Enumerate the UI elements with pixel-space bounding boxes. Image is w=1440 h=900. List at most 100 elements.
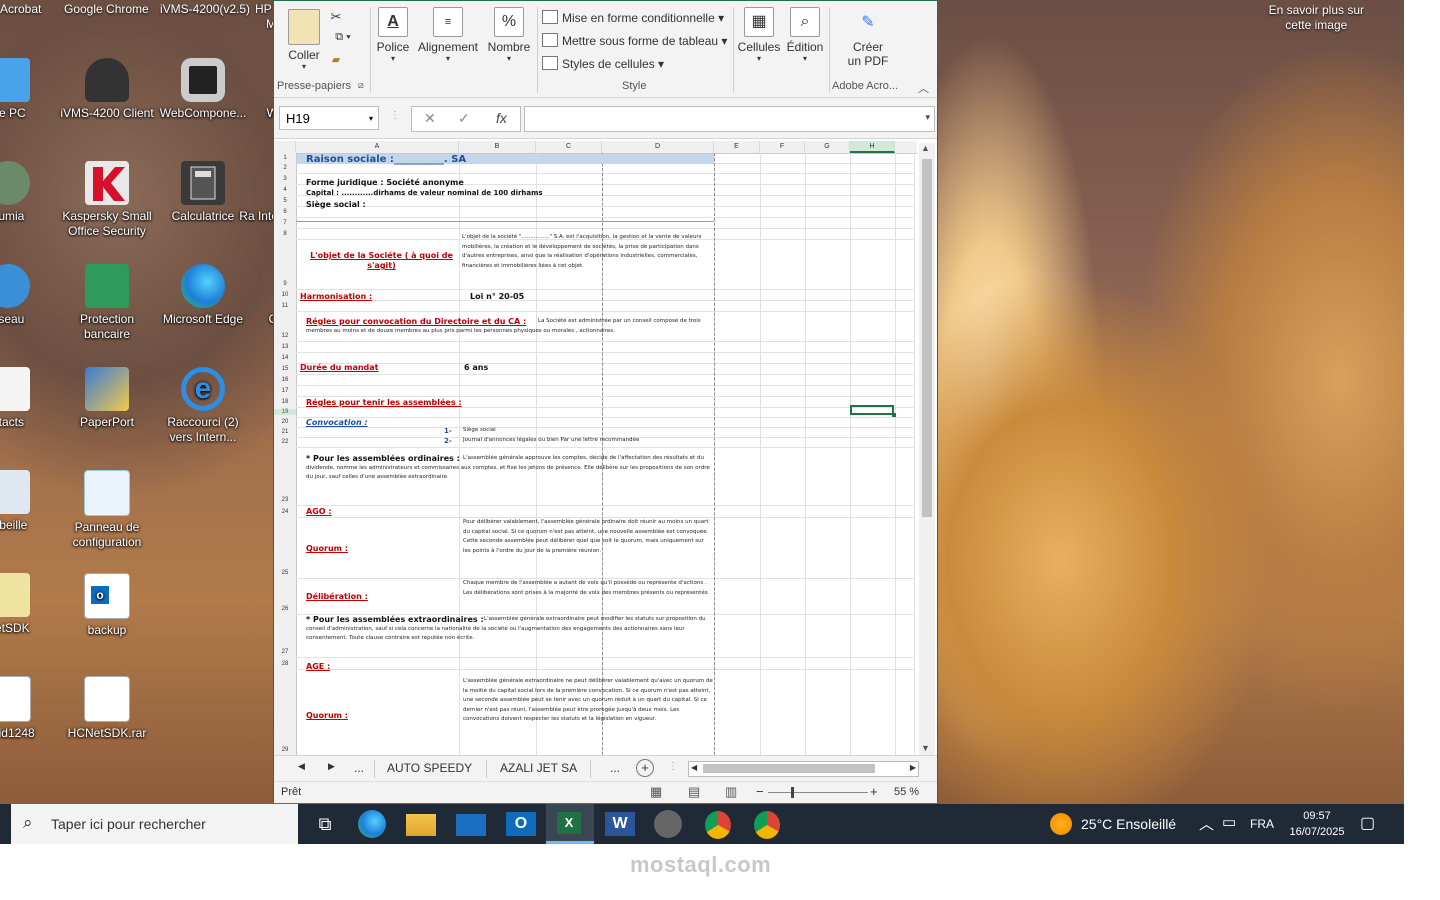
row-header[interactable]: 10 [274, 292, 296, 298]
cell-item-1-text[interactable]: Siège social [463, 426, 496, 436]
desktop-icon-this-pc[interactable]: Ce PC [0, 58, 56, 121]
insert-function-icon[interactable]: fx [496, 110, 507, 126]
cell-regles-assemblees[interactable]: Régles pour tenir les assemblées : [306, 398, 462, 407]
hscroll-thumb[interactable] [703, 764, 875, 773]
cell-deliberation-text[interactable]: Chaque membre de l'assemblée a autant de… [463, 579, 713, 598]
taskbar-search[interactable]: ⌕ Taper ici pour rechercher [11, 804, 298, 844]
row-header[interactable]: 3 [274, 176, 296, 182]
notifications-icon[interactable]: ▢ [1360, 813, 1375, 833]
cell-duree-mandat[interactable]: Durée du mandat [300, 363, 379, 372]
row-header[interactable]: 18 [274, 399, 296, 405]
outlook-icon[interactable]: O [506, 812, 536, 836]
cell-age[interactable]: AGE : [306, 662, 330, 671]
desktop-icon-o[interactable]: O [218, 264, 278, 327]
editing-button[interactable]: ⌕ Édition ▾ [784, 7, 826, 63]
scroll-down-icon[interactable]: ▼ [921, 743, 930, 753]
cell-objet-label[interactable]: L'objet de la Sociéte ( à quoi de s'agit… [304, 251, 459, 271]
zoom-level[interactable]: 55 % [894, 786, 919, 798]
column-header[interactable]: G [805, 141, 850, 153]
store-icon[interactable] [456, 814, 486, 836]
desktop-icon-w[interactable]: W [218, 58, 278, 121]
desktop-icon-protection-bancaire[interactable]: Protection bancaire [59, 264, 155, 342]
learn-more-link[interactable]: En savoir plus sur cette image [1269, 3, 1364, 33]
task-view-icon[interactable]: ⧉ [310, 810, 340, 838]
vertical-scrollbar[interactable]: ▲ ▼ [919, 143, 935, 755]
cell-item-2[interactable]: 2- [444, 437, 452, 445]
chrome-profile-icon[interactable] [754, 811, 780, 839]
tab-splitter-icon[interactable]: ⋮ [668, 761, 678, 772]
cell-harmonisation[interactable]: Harmonisation : [300, 292, 372, 301]
format-as-table-button[interactable]: Mettre sous forme de tableau ▾ [542, 33, 727, 48]
row-header[interactable]: 17 [274, 388, 296, 394]
enter-icon[interactable]: ✓ [458, 110, 470, 127]
scroll-left-icon[interactable]: ◀ [691, 763, 697, 772]
row-header[interactable]: 5 [274, 198, 296, 204]
row-header[interactable]: 29 [274, 747, 296, 753]
row-header[interactable]: 13 [274, 344, 296, 350]
cell-item-1[interactable]: 1- [444, 427, 452, 435]
cell-item-2-text[interactable]: Journal d'annonces légales ou bien Par u… [463, 436, 639, 446]
collapse-ribbon-icon[interactable]: ︿ [918, 80, 929, 96]
number-button[interactable]: % Nombre ▾ [484, 7, 534, 63]
row-header[interactable]: 4 [274, 187, 296, 193]
desktop-icon-paperport[interactable]: PaperPort [59, 367, 155, 430]
select-all-corner[interactable] [274, 141, 296, 153]
desktop-icon-kaspersky[interactable]: Kaspersky Small Office Security [59, 161, 155, 239]
column-header[interactable]: C [536, 141, 602, 153]
row-header[interactable]: 11 [274, 303, 296, 309]
desktop-icon-netsdk[interactable]: NetSDK [0, 573, 56, 636]
add-sheet-icon[interactable]: + [636, 759, 654, 777]
cell-styles-button[interactable]: Styles de cellules ▾ [542, 56, 664, 71]
next-sheet-icon[interactable]: ▶ [328, 761, 335, 772]
cell-convocation[interactable]: Convocation : [306, 418, 368, 427]
chrome-icon[interactable] [705, 811, 731, 839]
zoom-slider-thumb[interactable] [791, 787, 794, 798]
cell-duree-value[interactable]: 6 ans [464, 363, 488, 372]
conditional-formatting-button[interactable]: Mise en forme conditionnelle ▾ [542, 10, 724, 25]
row-header[interactable]: 24 [274, 509, 296, 515]
desktop-icon-contacts[interactable]: ntacts [0, 367, 56, 430]
excel-taskbar-button[interactable]: X [546, 804, 594, 844]
row-header[interactable]: 2 [274, 165, 296, 171]
desktop-label-hp[interactable]: HP [255, 2, 272, 16]
zoom-in-icon[interactable]: + [870, 784, 878, 799]
row-header[interactable]: 20 [274, 419, 296, 425]
scroll-right-icon[interactable]: ▶ [910, 763, 916, 772]
clipboard-launcher-icon[interactable]: ⧄ [358, 80, 364, 91]
ivms-taskbar-icon[interactable] [654, 810, 682, 838]
desktop-label-chrome[interactable]: Google Chrome [64, 2, 149, 16]
cell-quorum-ago-text[interactable]: Pour délibérer valablement, l'assemblée … [463, 518, 713, 556]
cancel-icon[interactable]: ✕ [424, 110, 436, 127]
more-sheets-right[interactable]: ... [610, 761, 620, 775]
cell-quorum-age-text[interactable]: L'assemblée générale extraordinaire ne p… [463, 677, 713, 725]
expand-formula-icon[interactable]: ▾ [925, 112, 930, 123]
row-header[interactable]: 1 [274, 155, 296, 161]
alignment-button[interactable]: ≡ Alignement ▾ [416, 7, 480, 63]
column-header[interactable]: E [714, 141, 760, 153]
zoom-out-icon[interactable]: − [756, 784, 764, 799]
row-header[interactable]: 16 [274, 377, 296, 383]
desktop-icon-user[interactable]: oumia [0, 161, 56, 224]
desktop-icon-recycle-bin[interactable]: orbeille [0, 470, 56, 533]
name-box-dropdown-icon[interactable]: ▾ [369, 107, 373, 131]
cell-quorum-age[interactable]: Quorum : [306, 711, 348, 720]
row-header[interactable]: 22 [274, 439, 296, 445]
zoom-slider[interactable] [768, 792, 868, 793]
desktop-icon-ivms-client[interactable]: iVMS-4200 Client [59, 58, 155, 121]
desktop-icon-ie-shortcut[interactable]: e Raccourci (2) vers Intern... [155, 367, 251, 445]
word-icon[interactable]: W [605, 812, 635, 836]
row-header[interactable]: 28 [274, 661, 296, 667]
row-header[interactable]: 25 [274, 570, 296, 576]
desktop-label-ivms[interactable]: iVMS-4200(v2.5) [160, 2, 250, 16]
cell-extra-text[interactable]: L'assemblée générale extraordinaire peut… [306, 615, 711, 644]
column-header[interactable]: H [850, 141, 895, 153]
chevron-up-icon[interactable]: ︿ [1199, 813, 1214, 834]
row-header[interactable]: 27 [274, 649, 296, 655]
cell-quorum-ago[interactable]: Quorum : [306, 544, 348, 553]
more-sheets-left[interactable]: ... [354, 761, 364, 775]
row-header[interactable]: 23 [274, 497, 296, 503]
clock[interactable]: 09:57 16/07/2025 [1282, 808, 1352, 840]
row-header[interactable]: 19 [274, 409, 296, 415]
cell-forme-juridique[interactable]: Forme juridique : Société anonyme [306, 178, 464, 187]
desktop-icon-ra[interactable]: Ra Inte [218, 161, 278, 224]
